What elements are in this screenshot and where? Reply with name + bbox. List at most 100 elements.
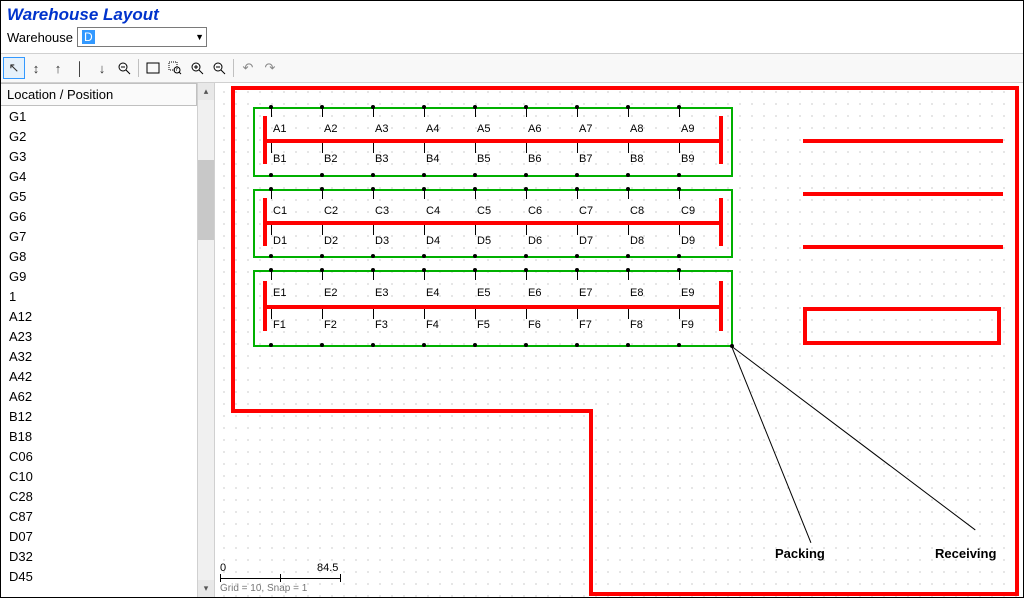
grid-node (422, 173, 426, 177)
vertical-scrollbar[interactable]: ▴ ▾ (197, 83, 214, 597)
grid-node (269, 105, 273, 109)
rack-position-label: B2 (324, 153, 337, 165)
wall-segment (231, 86, 235, 413)
location-header[interactable]: Location / Position (1, 83, 197, 106)
location-item[interactable]: G2 (1, 126, 197, 146)
rack-position-label: E6 (528, 287, 541, 299)
location-item[interactable]: B12 (1, 406, 197, 426)
move-down-tool[interactable]: ↓ (91, 57, 113, 79)
rack-bar (719, 281, 723, 331)
rack-position-label: D1 (273, 235, 287, 247)
location-item[interactable]: 1 (1, 286, 197, 306)
grid-node (269, 268, 273, 272)
grid-node (575, 268, 579, 272)
grid-node (677, 254, 681, 258)
location-item[interactable]: B18 (1, 426, 197, 446)
redo-button[interactable]: ↷ (259, 57, 281, 79)
location-item[interactable]: G1 (1, 106, 197, 126)
grid-node (371, 187, 375, 191)
grid-node (524, 254, 528, 258)
zoom-fit-tool[interactable] (142, 57, 164, 79)
location-item[interactable]: C10 (1, 466, 197, 486)
location-item[interactable]: C87 (1, 506, 197, 526)
location-item[interactable]: D45 (1, 566, 197, 586)
grid-node (473, 343, 477, 347)
aisle-line (253, 189, 733, 191)
line-tool[interactable]: │ (69, 57, 91, 79)
rack-bar (263, 281, 267, 331)
rack-tick (322, 225, 323, 235)
rack-tick (679, 143, 680, 153)
location-item[interactable]: G5 (1, 186, 197, 206)
pointer-tool[interactable]: ↖ (3, 57, 25, 79)
grid-node (269, 343, 273, 347)
rack-position-label: A8 (630, 123, 643, 135)
rack-bar (263, 198, 267, 246)
location-item[interactable]: C06 (1, 446, 197, 466)
rack-tick (526, 309, 527, 319)
rack-position-label: D6 (528, 235, 542, 247)
rack-position-label: A1 (273, 123, 286, 135)
receiving-label: Receiving (935, 546, 996, 561)
rack-position-label: B5 (477, 153, 490, 165)
grid-node (677, 268, 681, 272)
aisle-line (731, 189, 733, 256)
grid-node (677, 173, 681, 177)
rack-position-label: C7 (579, 205, 593, 217)
rack-position-label: E7 (579, 287, 592, 299)
rack-position-label: E4 (426, 287, 439, 299)
location-item[interactable]: G8 (1, 246, 197, 266)
location-item[interactable]: C28 (1, 486, 197, 506)
location-item[interactable]: G3 (1, 146, 197, 166)
warehouse-dropdown[interactable]: D ▼ (77, 27, 207, 47)
move-vertical-tool[interactable]: ↕ (25, 57, 47, 79)
rack-position-label: B8 (630, 153, 643, 165)
fit-icon (146, 62, 160, 74)
grid-node (524, 187, 528, 191)
rack-position-label: B6 (528, 153, 541, 165)
rack-position-label: E5 (477, 287, 490, 299)
location-item[interactable]: G4 (1, 166, 197, 186)
zoom-out-tool[interactable] (113, 57, 135, 79)
aisle-line (253, 107, 255, 175)
scroll-thumb[interactable] (198, 160, 214, 240)
location-item[interactable]: A32 (1, 346, 197, 366)
rack-bar (263, 221, 723, 225)
grid-node (422, 268, 426, 272)
location-item[interactable]: A62 (1, 386, 197, 406)
rack-position-label: C3 (375, 205, 389, 217)
shelf-bar (803, 245, 1003, 249)
rack-position-label: F3 (375, 319, 388, 331)
scroll-down-button[interactable]: ▾ (198, 580, 214, 597)
rack-position-label: B9 (681, 153, 694, 165)
location-item[interactable]: A23 (1, 326, 197, 346)
grid-node (269, 173, 273, 177)
scroll-up-button[interactable]: ▴ (198, 83, 214, 100)
location-item[interactable]: G6 (1, 206, 197, 226)
grid-node (320, 343, 324, 347)
rack-position-label: E3 (375, 287, 388, 299)
layout-canvas[interactable]: A1A2A3A4A5A6A7A8A9B1B2B3B4B5B6B7B8B9C1C2… (215, 83, 1023, 597)
rack-tick (475, 225, 476, 235)
zoom-out2-tool[interactable] (208, 57, 230, 79)
rack-bar (263, 139, 723, 143)
undo-button[interactable]: ↶ (237, 57, 259, 79)
rack-position-label: A9 (681, 123, 694, 135)
grid-node (677, 343, 681, 347)
aisle-line (253, 256, 733, 258)
grid-node (269, 187, 273, 191)
location-item[interactable]: D32 (1, 546, 197, 566)
location-item[interactable]: A12 (1, 306, 197, 326)
rack-bar (719, 198, 723, 246)
location-item[interactable]: A42 (1, 366, 197, 386)
scale-tick (340, 574, 341, 582)
location-item[interactable]: D07 (1, 526, 197, 546)
zoom-region-tool[interactable] (164, 57, 186, 79)
scale-end: 84.5 (317, 562, 338, 574)
move-up-tool[interactable]: ↑ (47, 57, 69, 79)
grid-node (677, 187, 681, 191)
rack-tick (475, 143, 476, 153)
zoom-in-tool[interactable] (186, 57, 208, 79)
location-item[interactable]: G9 (1, 266, 197, 286)
location-item[interactable]: G7 (1, 226, 197, 246)
